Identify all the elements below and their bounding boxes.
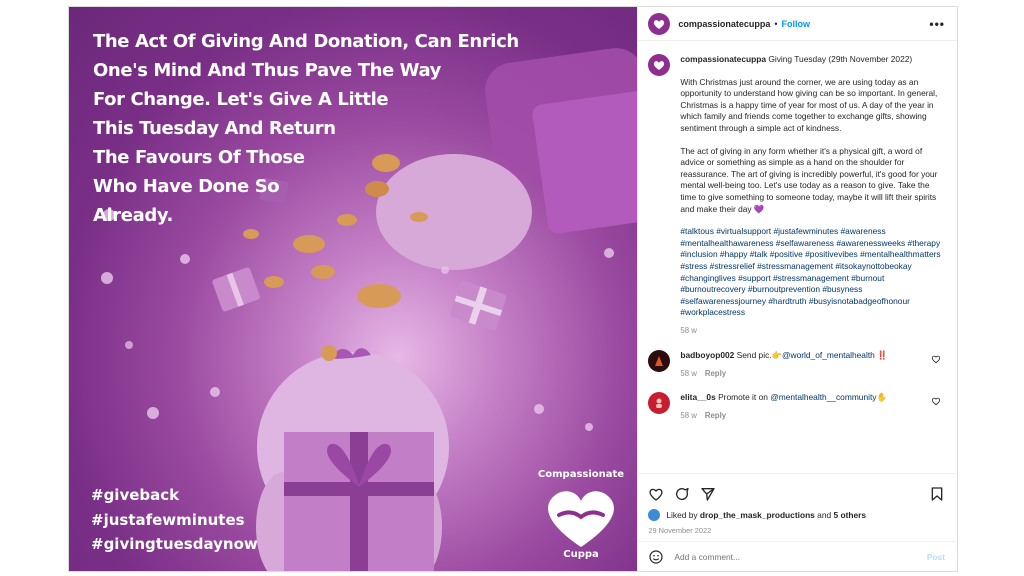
- caption-paragraph: With Christmas just around the corner, w…: [680, 76, 938, 133]
- like-comment-heart-icon[interactable]: [931, 354, 941, 364]
- comment-mention[interactable]: @world_of_mentalhealth: [782, 350, 875, 360]
- image-quote: The Act Of Giving And Donation, Can Enri…: [93, 27, 519, 230]
- likes-others[interactable]: 5 others: [833, 510, 866, 520]
- image-hashtag: #justafewminutes: [91, 510, 245, 529]
- caption-text: compassionatecuppa Giving Tuesday (29th …: [680, 54, 942, 336]
- comment-body: badboyop002 Send pic.👉@world_of_mentalhe…: [680, 350, 930, 378]
- emoji-icon[interactable]: [648, 549, 664, 565]
- comment-username[interactable]: badboyop002: [680, 350, 734, 360]
- action-bar: [648, 482, 945, 506]
- post-actions: Liked by drop_the_mask_productions and 5…: [638, 473, 957, 535]
- reply-button[interactable]: Reply: [705, 411, 726, 420]
- comment-suffix: ‼️: [874, 350, 888, 361]
- caption-title: Giving Tuesday (29th November 2022): [768, 54, 913, 64]
- comment-input[interactable]: [674, 551, 927, 562]
- comment-avatar[interactable]: [648, 350, 671, 373]
- likes-summary: Liked by drop_the_mask_productions and 5…: [648, 509, 945, 521]
- reply-button[interactable]: Reply: [705, 369, 726, 378]
- quote-line: Already.: [93, 205, 173, 226]
- save-bookmark-icon[interactable]: [929, 486, 945, 502]
- post-comment-button[interactable]: Post: [927, 552, 945, 562]
- comment-time: 58 w: [680, 411, 697, 421]
- likes-connector: and: [817, 510, 832, 520]
- caption: compassionatecuppa Giving Tuesday (29th …: [648, 54, 945, 336]
- comment-mention[interactable]: @mentalhealth__community: [770, 392, 876, 402]
- page: The Act Of Giving And Donation, Can Enri…: [0, 0, 1024, 576]
- comment-meta: 58 w Reply: [680, 369, 930, 378]
- comment-text: Promote it on: [718, 392, 768, 403]
- logo-arc-text: Compassionate: [537, 469, 625, 480]
- header-separator: •: [774, 18, 778, 29]
- comment-item: badboyop002 Send pic.👉@world_of_mentalhe…: [648, 350, 945, 378]
- comment-body: elita__0s Promote it on @mentalhealth__c…: [680, 392, 930, 420]
- quote-line: For Change. Let's Give A Little: [93, 89, 389, 110]
- heart-logo-icon: [654, 19, 665, 29]
- profile-avatar[interactable]: [648, 12, 671, 35]
- header-username[interactable]: compassionatecuppa: [678, 19, 770, 29]
- caption-paragraph: The act of giving in any form whether it…: [680, 145, 938, 214]
- caption-hashtags[interactable]: #talktous #virtualsupport #justafewminut…: [680, 226, 942, 319]
- comment-username[interactable]: elita__0s: [680, 392, 715, 402]
- comment-suffix: ✋: [876, 392, 887, 403]
- flame-icon: [655, 356, 664, 367]
- comment-time: 58 w: [680, 369, 697, 379]
- follow-button[interactable]: Follow: [782, 19, 811, 29]
- share-send-icon[interactable]: [700, 486, 716, 502]
- comment-text: Send pic.👉: [736, 350, 783, 361]
- quote-line: Who Have Done So: [93, 176, 280, 197]
- caption-time: 58 w: [680, 325, 697, 335]
- quote-line: This Tuesday And Return: [93, 118, 336, 139]
- liker-avatar[interactable]: [648, 509, 661, 521]
- like-comment-heart-icon[interactable]: [931, 396, 941, 406]
- person-icon: [656, 398, 663, 409]
- more-options-button[interactable]: •••: [929, 17, 945, 31]
- comment-meta: 58 w Reply: [680, 411, 930, 420]
- caption-username[interactable]: compassionatecuppa: [680, 54, 766, 64]
- add-comment-bar: Post: [638, 541, 957, 571]
- post-image[interactable]: The Act Of Giving And Donation, Can Enri…: [69, 7, 638, 571]
- image-hashtag: #giveback: [91, 486, 180, 504]
- quote-line: The Act Of Giving And Donation, Can Enri…: [93, 31, 519, 52]
- compassionate-cuppa-logo: Compassionate Cuppa: [531, 469, 631, 565]
- comments-panel[interactable]: compassionatecuppa Giving Tuesday (29th …: [638, 42, 957, 462]
- caption-avatar[interactable]: [648, 54, 671, 76]
- liker-username[interactable]: drop_the_mask_productions: [700, 510, 815, 520]
- quote-line: The Favours Of Those: [93, 147, 305, 168]
- post-sidebar: compassionatecuppa • Follow ••• compassi…: [637, 7, 957, 571]
- post-date: 29 November 2022: [648, 526, 712, 535]
- logo-word: Cuppa: [563, 549, 599, 560]
- like-heart-icon[interactable]: [648, 486, 664, 502]
- quote-line: One's Mind And Thus Pave The Way: [93, 60, 442, 81]
- likes-prefix: Liked by: [666, 510, 698, 520]
- comment-bubble-icon[interactable]: [674, 486, 690, 502]
- comment-item: elita__0s Promote it on @mentalhealth__c…: [648, 392, 945, 420]
- instagram-post: The Act Of Giving And Donation, Can Enri…: [68, 6, 958, 572]
- image-hashtags: #giveback #justafewminutes #givingtuesda…: [91, 483, 258, 557]
- image-hashtag: #givingtuesdaynow: [91, 535, 258, 553]
- post-header: compassionatecuppa • Follow •••: [638, 7, 957, 41]
- comment-avatar[interactable]: [648, 392, 671, 415]
- heart-logo-icon: [654, 61, 665, 70]
